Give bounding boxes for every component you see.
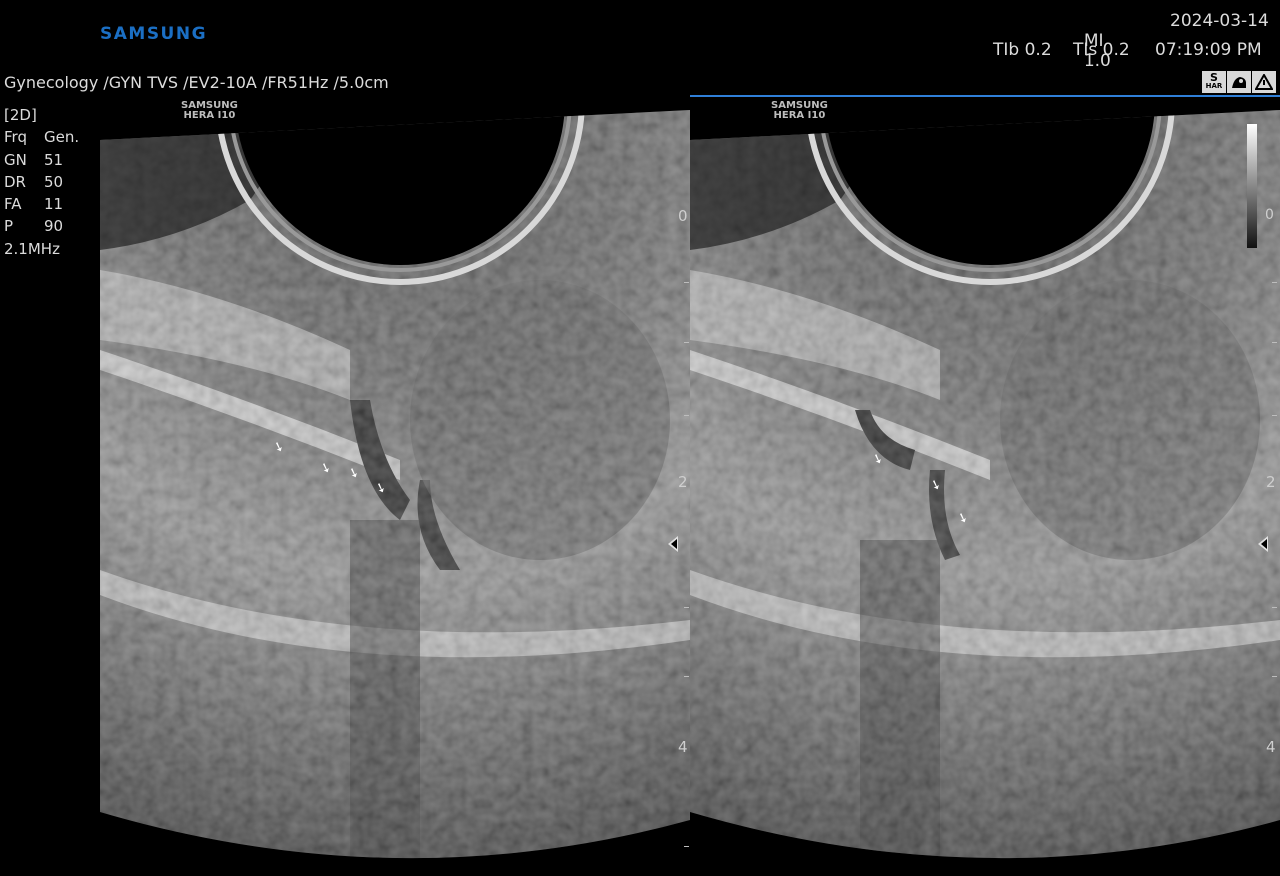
depth-mark-4-left: 4	[678, 738, 688, 756]
param-row: GN 51	[4, 150, 64, 169]
exam-time: 07:19:09 PM	[1155, 40, 1262, 60]
depth-mark-4-right: 4	[1266, 738, 1276, 756]
depth-mark-2-right: 2	[1266, 473, 1276, 491]
param-row: DR 50	[4, 172, 64, 191]
imaging-parameters: [2D] Frq Gen. GN 51 DR 50 FA 11 P 90 2.1MHz	[4, 104, 79, 260]
depth-tick	[1272, 415, 1277, 416]
mode-label: [2D]	[4, 106, 37, 124]
depth-tick	[1272, 607, 1277, 608]
status-icons: S HAR	[1202, 71, 1276, 93]
s-har-icon[interactable]: S HAR	[1202, 71, 1226, 93]
ultrasound-image-right[interactable]	[690, 100, 1280, 876]
depth-tick	[684, 676, 689, 677]
ultrasound-image-left[interactable]	[100, 100, 690, 876]
probe-icon[interactable]	[1227, 71, 1251, 93]
depth-tick	[684, 282, 689, 283]
grayscale-bar	[1247, 124, 1257, 248]
depth-mark-2-left: 2	[678, 473, 688, 491]
param-row: Frq Gen.	[4, 128, 80, 147]
param-row: P 90	[4, 217, 64, 236]
tib-readout: TIb 0.2	[993, 40, 1052, 60]
probe-label-left: SAMSUNG HERA I10	[181, 100, 238, 121]
exam-date: 2024-03-14	[1170, 11, 1269, 31]
depth-mark-0-left: 0	[678, 207, 688, 225]
focus-marker-right[interactable]	[1258, 536, 1268, 552]
depth-tick	[1272, 676, 1277, 677]
grayscale-label: 0	[1265, 207, 1274, 223]
depth-tick	[684, 415, 689, 416]
depth-tick	[1272, 282, 1277, 283]
depth-tick	[684, 607, 689, 608]
depth-tick	[684, 342, 689, 343]
probe-label-right: SAMSUNG HERA I10	[771, 100, 828, 121]
param-row: 2.1MHz	[4, 239, 60, 258]
focus-marker-left[interactable]	[668, 536, 678, 552]
active-view-indicator	[690, 95, 1280, 97]
samsung-logo: SAMSUNG	[100, 24, 208, 44]
param-row: FA 11	[4, 195, 64, 214]
warning-icon[interactable]	[1252, 71, 1276, 93]
depth-tick	[684, 846, 689, 847]
tis-readout: TIs 0.2	[1073, 40, 1130, 60]
depth-tick	[1272, 342, 1277, 343]
exam-preset-line: Gynecology /GYN TVS /EV2-10A /FR51Hz /5.…	[4, 73, 389, 92]
